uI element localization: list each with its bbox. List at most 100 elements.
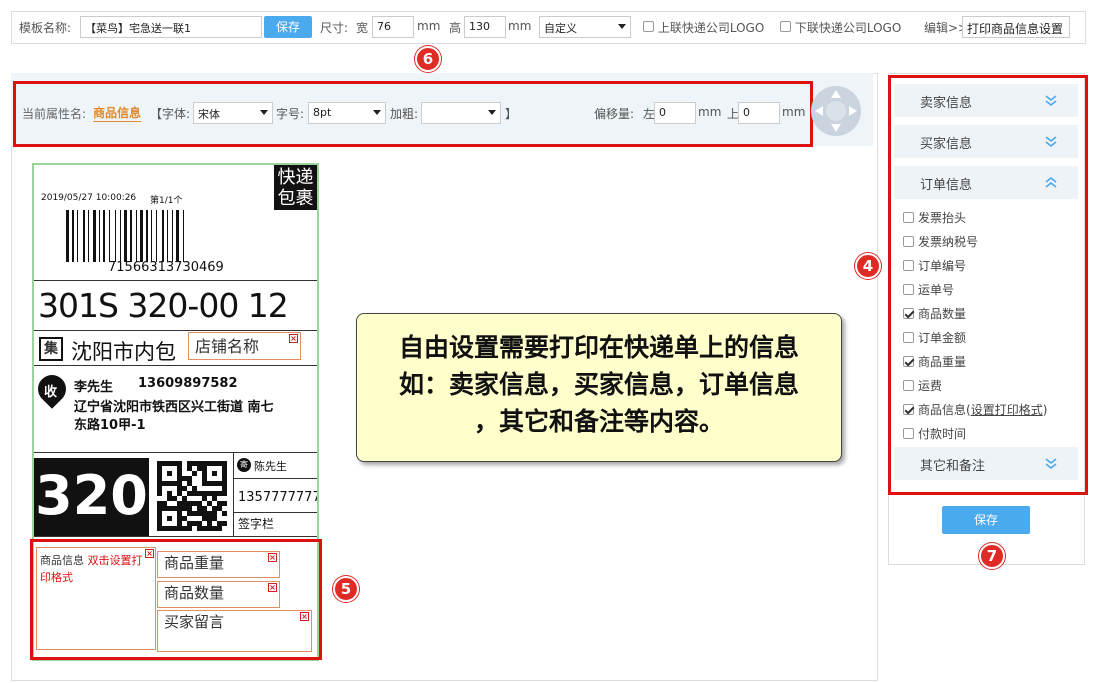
- width-label: 宽: [356, 21, 369, 35]
- qr-module: [222, 491, 227, 496]
- express-tag: 快递 包裹: [274, 165, 317, 210]
- express-tag-line2: 包裹: [277, 188, 314, 209]
- barcode-bar: [120, 210, 121, 262]
- font-select[interactable]: 宋体: [193, 102, 273, 124]
- divider: [34, 452, 317, 453]
- chevron-down-icon: [488, 110, 496, 115]
- close-bracket: 】: [505, 107, 518, 121]
- dist-icon: 集: [39, 337, 63, 361]
- height-input[interactable]: 130: [464, 16, 506, 38]
- divider: [34, 365, 317, 366]
- size-select[interactable]: 8pt: [308, 102, 386, 124]
- upper-logo-option[interactable]: 上联快递公司LOGO: [643, 19, 764, 36]
- goods-info-text: 商品信息: [40, 554, 84, 567]
- step-badge-4: 4: [855, 253, 881, 279]
- divider: [34, 330, 317, 331]
- tracking-number: 71566313730469: [108, 260, 224, 275]
- barcode-bar: [77, 210, 78, 262]
- chevron-down-icon: [618, 24, 626, 29]
- offset-label: 偏移量:: [594, 107, 635, 121]
- sign-label: 签字栏: [238, 517, 275, 531]
- callout-line2: 如：卖家信息，买家信息，订单信息: [398, 370, 799, 399]
- goods-qty-text: 商品数量: [164, 584, 225, 602]
- size-label: 字号:: [276, 107, 305, 121]
- receiver-name: 李先生: [74, 380, 114, 395]
- upper-logo-checkbox[interactable]: [643, 21, 654, 32]
- lower-logo-checkbox[interactable]: [780, 21, 791, 32]
- size-value: 8pt: [313, 106, 332, 119]
- save-template-button[interactable]: 保存: [264, 16, 312, 38]
- offset-left-unit: mm: [698, 105, 722, 119]
- barcode-bar: [183, 210, 184, 262]
- goods-weight-field[interactable]: 商品重量 ×: [157, 551, 280, 578]
- receiver-phone: 13609897582: [138, 376, 238, 391]
- close-icon[interactable]: ×: [289, 334, 298, 343]
- print-goods-settings-button[interactable]: 打印商品信息设置: [962, 16, 1070, 38]
- barcode-bar: [93, 210, 96, 262]
- callout-line3: ，其它和备注等内容。: [473, 407, 724, 436]
- barcode-bar: [99, 210, 100, 262]
- close-icon[interactable]: ×: [145, 549, 154, 558]
- current-attr-label: 当前属性名:: [22, 107, 87, 121]
- template-name-input[interactable]: 【菜鸟】宅急送一联1: [80, 16, 262, 38]
- lower-logo-option[interactable]: 下联快递公司LOGO: [780, 19, 901, 36]
- barcode-bar: [172, 210, 173, 262]
- height-unit: mm: [508, 19, 532, 33]
- qr-module: [167, 516, 172, 521]
- goods-info-field[interactable]: 商品信息 双击设置打印格式 ×: [36, 547, 156, 650]
- offset-left-input[interactable]: 0: [654, 102, 696, 124]
- bold-label: 加粗:: [390, 107, 419, 121]
- step-badge-7: 7: [979, 543, 1005, 569]
- qr-module: [212, 471, 217, 476]
- label-datetime: 2019/05/27 10:00:26: [41, 193, 137, 203]
- barcode-bar: [167, 210, 168, 262]
- express-tag-line1: 快递: [277, 167, 314, 188]
- close-icon[interactable]: ×: [268, 583, 277, 592]
- font-value: 宋体: [198, 108, 220, 121]
- close-icon[interactable]: ×: [268, 553, 277, 562]
- barcode-bar: [124, 210, 127, 262]
- qr-module: [222, 521, 227, 526]
- template-name-label: 模板名称:: [19, 21, 72, 35]
- barcode-bar: [162, 210, 164, 262]
- width-input[interactable]: 76: [372, 16, 414, 38]
- sort-code: 301S 320-00 12: [38, 286, 289, 325]
- shop-name-field[interactable]: 店铺名称 ×: [188, 332, 301, 360]
- size-preset-select[interactable]: 自定义: [539, 16, 631, 38]
- big-sort-code: 320: [34, 458, 149, 536]
- qr-module: [187, 526, 192, 531]
- callout-line1: 自由设置需要打印在快递单上的信息: [398, 333, 799, 362]
- sender-name: 陈先生: [254, 460, 287, 473]
- divider: [34, 536, 317, 537]
- buyer-message-field[interactable]: 买家留言 ×: [157, 610, 312, 652]
- close-icon[interactable]: ×: [300, 612, 309, 621]
- bold-select[interactable]: [421, 102, 501, 124]
- divider: [233, 478, 317, 479]
- offset-top-input[interactable]: 0: [738, 102, 780, 124]
- receiver-address-line1: 辽宁省沈阳市铁西区兴工街道 南七: [74, 400, 274, 415]
- save-button[interactable]: 保存: [942, 506, 1030, 534]
- barcode-bar: [151, 210, 152, 262]
- size-label: 尺寸:: [320, 21, 349, 35]
- receiver-address-line2: 东路10甲-1: [74, 418, 146, 433]
- height-label: 高: [449, 21, 462, 35]
- direction-pad-icon[interactable]: [810, 85, 862, 137]
- chevron-down-icon: [373, 110, 381, 115]
- field-panel-highlight: [888, 75, 1088, 495]
- divider: [34, 280, 317, 281]
- goods-weight-text: 商品重量: [164, 554, 225, 572]
- goods-qty-field[interactable]: 商品数量 ×: [157, 581, 280, 608]
- qr-module: [222, 501, 227, 506]
- buyer-message-text: 买家留言: [164, 613, 225, 631]
- qr-module: [222, 511, 227, 516]
- info-callout: 自由设置需要打印在快递单上的信息 如：卖家信息，买家信息，订单信息 ，其它和备注…: [356, 313, 842, 462]
- barcode-bar: [156, 210, 157, 262]
- barcode-bar: [115, 210, 116, 262]
- qr-module: [157, 491, 162, 496]
- dist-city: 沈阳市内包: [71, 340, 176, 364]
- sender-icon: 寄: [237, 458, 251, 472]
- current-attr-value: 商品信息: [93, 106, 142, 122]
- receiver-icon-text: 收: [44, 385, 58, 400]
- barcode-bar: [136, 210, 137, 262]
- qr-code: [157, 461, 227, 531]
